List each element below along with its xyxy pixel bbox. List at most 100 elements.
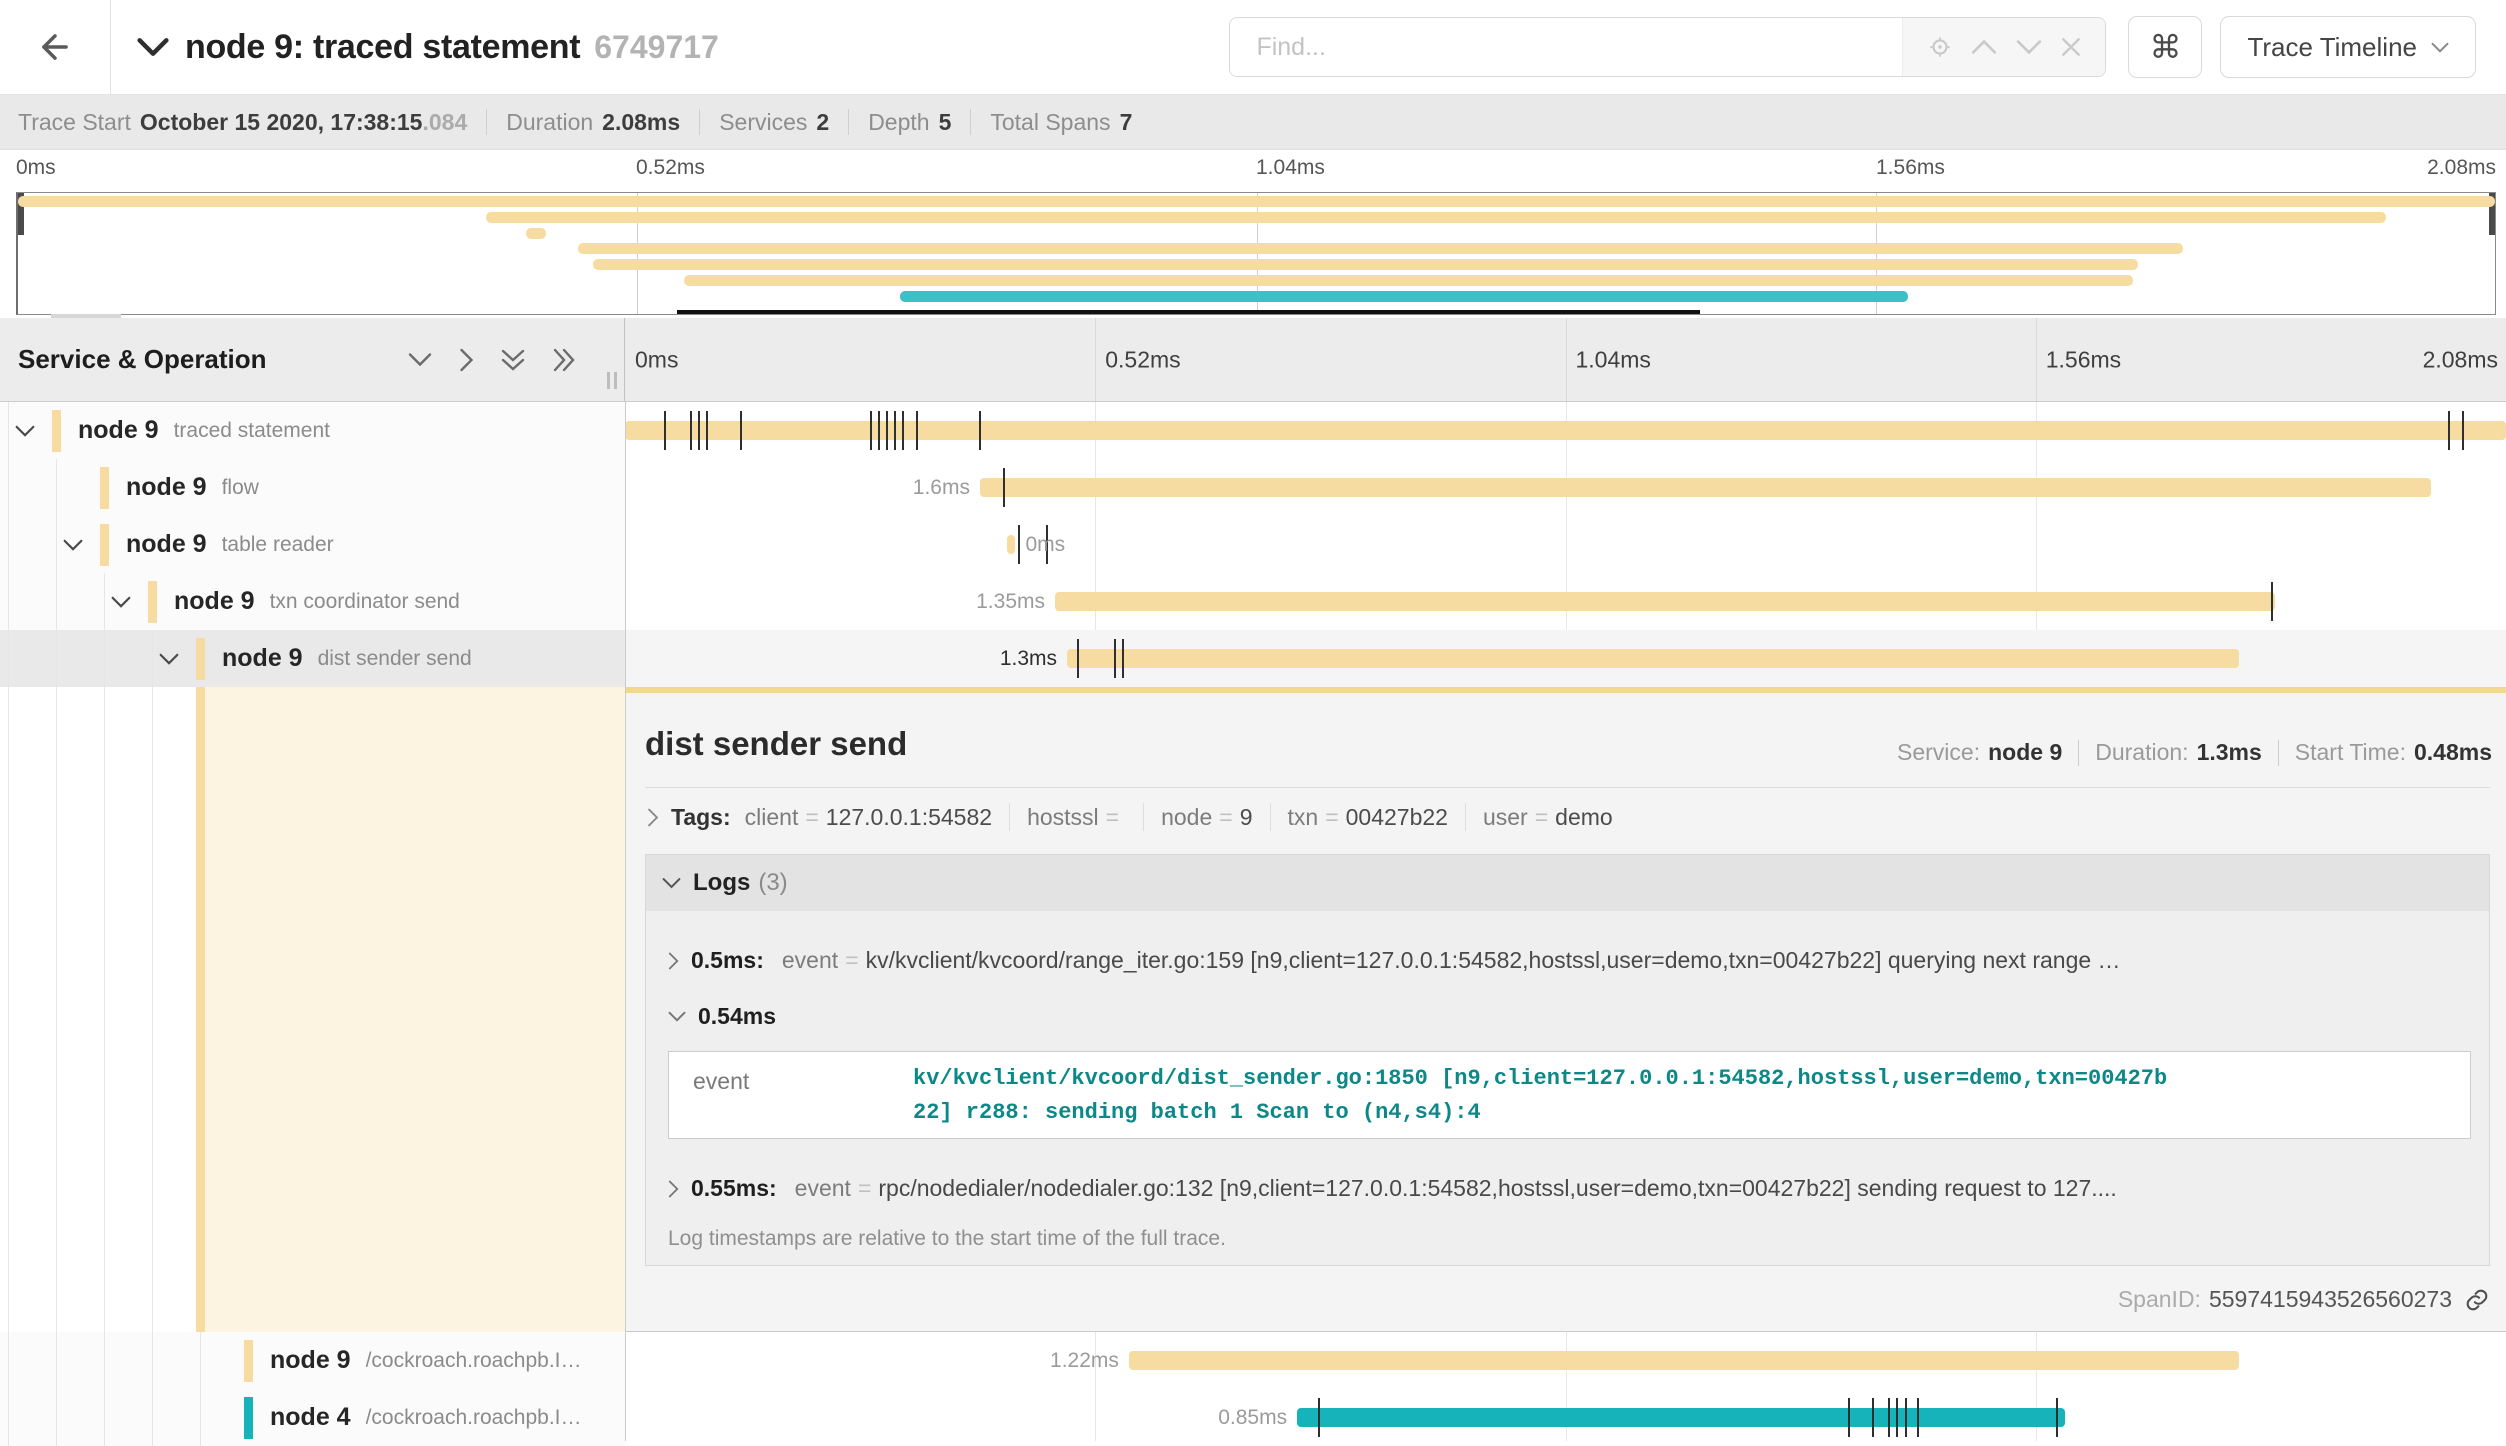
divider <box>970 109 971 135</box>
span-bar[interactable] <box>1007 535 1015 554</box>
indent-guide <box>8 402 9 459</box>
tag-value: 00427b22 <box>1346 804 1448 831</box>
span-duration-label: 1.35ms <box>976 573 1045 630</box>
span-operation: traced statement <box>174 419 340 443</box>
service-label: Service: <box>1897 739 1980 766</box>
span-operation: /cockroach.roachpb.I… <box>366 1406 592 1430</box>
clear-find-close-icon[interactable] <box>2060 36 2082 58</box>
span-timeline-cell[interactable] <box>625 402 2506 459</box>
span-bar[interactable] <box>1055 592 2275 611</box>
span-service: node 4 <box>270 1403 351 1432</box>
log-equals: = <box>845 947 858 974</box>
tag-key: txn <box>1288 804 1319 831</box>
span-id-label: SpanID: <box>2118 1286 2201 1313</box>
minimap-span-bar <box>900 291 1908 302</box>
span-color-bar <box>148 581 157 623</box>
log-entry[interactable]: 0.5ms: event = kv/kvclient/kvcoord/range… <box>668 947 2465 974</box>
span-timeline-cell[interactable]: 1.22ms <box>625 1332 2506 1389</box>
collapse-trace-chevron-down-icon[interactable] <box>137 37 169 57</box>
link-icon[interactable] <box>2464 1287 2490 1313</box>
span-bar[interactable] <box>1297 1408 2065 1427</box>
span-bar[interactable] <box>1067 649 2239 668</box>
span-bar[interactable] <box>1129 1351 2239 1370</box>
log-entry-expanded-header[interactable]: 0.54ms <box>668 1003 776 1030</box>
log-equals: = <box>858 1175 871 1202</box>
indent-guide <box>56 687 57 1332</box>
span-row[interactable]: node 9flow 1.6ms <box>0 459 2506 516</box>
span-row[interactable]: node 9table reader 0ms <box>0 516 2506 573</box>
service-value: node 9 <box>1988 739 2062 766</box>
divider <box>645 787 2490 788</box>
expand-all-double-chevron-right-icon[interactable] <box>552 348 576 372</box>
divider <box>1009 803 1010 831</box>
span-timeline-cell[interactable]: 0ms <box>625 516 2506 573</box>
divider <box>1143 803 1144 831</box>
span-tree-cell[interactable]: node 4/cockroach.roachpb.I… <box>0 1389 625 1446</box>
span-row[interactable]: node 9/cockroach.roachpb.I… 1.22ms <box>0 1332 2506 1389</box>
span-timeline-cell[interactable]: 1.35ms <box>625 573 2506 630</box>
minimap-canvas[interactable] <box>16 192 2496 315</box>
span-tree-cell[interactable]: node 9dist sender send <box>0 630 625 687</box>
span-rows: node 9traced statement node 9flow 1.6ms … <box>0 402 2506 1441</box>
back-button[interactable] <box>0 0 111 94</box>
locate-icon[interactable] <box>1927 34 1953 60</box>
expand-one-chevron-right-icon[interactable] <box>459 348 474 372</box>
collapse-all-double-chevron-down-icon[interactable] <box>501 348 525 372</box>
span-id-value: 5597415943526560273 <box>2209 1286 2452 1313</box>
find-input[interactable] <box>1230 18 1902 76</box>
log-entry[interactable]: 0.55ms: event = rpc/nodedialer/nodediale… <box>668 1175 2465 1202</box>
tags-label: Tags: <box>671 804 731 831</box>
view-selector-button[interactable]: Trace Timeline <box>2220 16 2476 78</box>
span-row[interactable]: node 9traced statement <box>0 402 2506 459</box>
span-tree-cell[interactable]: node 9traced statement <box>0 402 625 459</box>
divider <box>2078 740 2079 766</box>
next-match-chevron-down-icon[interactable] <box>2016 39 2042 55</box>
keyboard-shortcuts-button[interactable]: ⌘ <box>2128 16 2202 78</box>
span-operation: table reader <box>222 533 344 557</box>
indent-guide <box>8 516 9 573</box>
span-timeline-cell[interactable]: 1.6ms <box>625 459 2506 516</box>
tag-key: client <box>745 804 799 831</box>
duration-label: Duration <box>506 109 593 136</box>
span-row[interactable]: node 4/cockroach.roachpb.I… 0.85ms <box>0 1389 2506 1446</box>
span-event-tick <box>1122 639 1124 678</box>
log-message: rpc/nodedialer/nodedialer.go:132 [n9,cli… <box>878 1175 2116 1202</box>
start-time-value: 0.48ms <box>2414 739 2492 766</box>
column-divider[interactable] <box>625 402 626 1441</box>
detail-meta: Service:node 9 Duration:1.3ms Start Time… <box>1897 739 2492 766</box>
collapse-one-chevron-down-icon[interactable] <box>408 352 432 367</box>
span-event-tick <box>690 411 692 450</box>
span-timeline-cell[interactable]: 1.3ms <box>625 630 2506 687</box>
span-event-tick <box>740 411 742 450</box>
trace-minimap: 0ms 0.52ms 1.04ms 1.56ms 2.08ms <box>0 150 2506 318</box>
divider <box>486 109 487 135</box>
span-tree-cell[interactable]: node 9txn coordinator send <box>0 573 625 630</box>
span-event-tick <box>664 411 666 450</box>
span-row-selected[interactable]: node 9dist sender send 1.3ms <box>0 630 2506 687</box>
prev-match-chevron-up-icon[interactable] <box>1971 39 1997 55</box>
span-tree-cell[interactable]: node 9/cockroach.roachpb.I… <box>0 1332 625 1389</box>
tag-key: hostssl <box>1027 804 1099 831</box>
column-resizer-grip[interactable] <box>607 372 617 389</box>
span-tree-cell[interactable]: node 9flow <box>0 459 625 516</box>
divider <box>848 109 849 135</box>
minimap-span-bar <box>593 259 2139 270</box>
span-bar[interactable] <box>980 478 2431 497</box>
trace-start-label: Trace Start <box>18 109 131 136</box>
divider <box>1270 803 1271 831</box>
indent-guide <box>8 459 9 516</box>
span-operation: /cockroach.roachpb.I… <box>366 1349 592 1373</box>
tags-row[interactable]: Tags: client=127.0.0.1:54582hostssl=node… <box>647 803 2490 831</box>
find-controls <box>1902 18 2105 76</box>
span-row[interactable]: node 9txn coordinator send 1.35ms <box>0 573 2506 630</box>
minimap-scrubber-bar[interactable] <box>677 310 1700 314</box>
span-operation: flow <box>222 476 269 500</box>
span-tree-cell[interactable]: node 9table reader <box>0 516 625 573</box>
ruler-gridline <box>1095 318 1096 401</box>
divider <box>2278 740 2279 766</box>
span-timeline-cell[interactable]: 0.85ms <box>625 1389 2506 1446</box>
logs-header[interactable]: Logs (3) <box>646 855 2489 911</box>
span-bar[interactable] <box>625 421 2506 440</box>
total-spans-label: Total Spans <box>990 109 1110 136</box>
indent-guide <box>8 1332 9 1389</box>
